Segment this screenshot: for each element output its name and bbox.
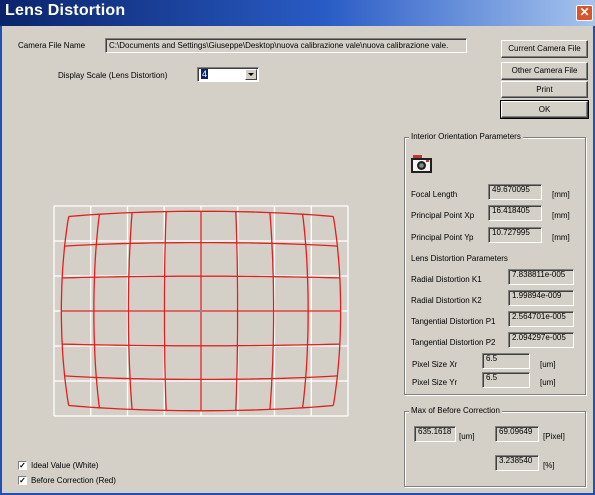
window-title: Lens Distortion — [5, 2, 126, 19]
other-camera-file-button[interactable]: Other Camera File — [501, 62, 588, 80]
camera-file-path-field: C:\Documents and Settings\Giuseppe\Deskt… — [105, 38, 467, 53]
dropdown-arrow-button[interactable] — [245, 69, 257, 80]
radial-k2-label: Radial Distortion K2 — [411, 296, 482, 305]
max-um-value: 635.1618 — [418, 427, 452, 436]
max-pixel-unit: [Pixel] — [543, 432, 565, 441]
camera-file-path-value: C:\Documents and Settings\Giuseppe\Deskt… — [109, 41, 449, 50]
tangential-p1-value: 2.564701e-005 — [512, 312, 566, 321]
principal-yp-value: 10.727995 — [492, 228, 530, 237]
radial-k2-field: 1.99894e-009 — [508, 290, 574, 306]
lens-distortion-heading: Lens Distortion Parameters — [411, 254, 508, 263]
max-percent-field: 3.238540 — [495, 455, 539, 471]
display-scale-value: 4 — [201, 69, 209, 79]
max-um-unit: [um] — [459, 432, 475, 441]
tangential-p1-field: 2.564701e-005 — [508, 311, 574, 327]
pixel-xr-value: 6.5 — [486, 354, 498, 363]
max-before-correction-caption: Max of Before Correction — [409, 406, 502, 415]
principal-yp-unit: [mm] — [552, 233, 570, 242]
tangential-p2-label: Tangential Distortion P2 — [411, 338, 496, 347]
tangential-p1-label: Tangential Distortion P1 — [411, 317, 496, 326]
pixel-yr-label: Pixel Size Yr — [412, 378, 458, 387]
focal-length-value: 49.670095 — [492, 185, 530, 194]
focal-length-unit: [mm] — [552, 190, 570, 199]
max-before-correction-group: Max of Before Correction — [404, 406, 586, 487]
focal-length-field: 49.670095 — [488, 184, 542, 200]
max-percent-value: 3.238540 — [499, 456, 533, 465]
max-um-field: 635.1618 — [414, 426, 456, 442]
focal-length-label: Focal Length — [411, 190, 458, 199]
camera-icon — [410, 153, 434, 175]
pixel-yr-field: 6.5 — [482, 372, 530, 388]
title-bar: Lens Distortion ✕ — [0, 0, 595, 26]
principal-yp-field: 10.727995 — [488, 227, 542, 243]
radial-k2-value: 1.99894e-009 — [512, 291, 562, 300]
radial-k1-value: 7.838811e-005 — [512, 270, 566, 279]
ok-button[interactable]: OK — [500, 100, 589, 119]
max-pixel-value: 69.09649 — [499, 427, 533, 436]
principal-yp-label: Principal Point Yp — [411, 233, 474, 242]
max-pixel-field: 69.09649 — [495, 426, 539, 442]
pixel-yr-unit: [um] — [540, 378, 556, 387]
interior-orientation-caption: Interior Orientation Parameters — [409, 132, 523, 141]
ideal-value-label: Ideal Value (White) — [31, 461, 99, 470]
pixel-yr-value: 6.5 — [486, 373, 498, 382]
max-percent-unit: [%] — [543, 461, 555, 470]
display-scale-label: Display Scale (Lens Distortion) — [58, 71, 168, 80]
print-button[interactable]: Print — [501, 81, 588, 98]
tangential-p2-field: 2.094297e-005 — [508, 332, 574, 348]
chevron-down-icon — [248, 73, 254, 76]
before-correction-checkbox[interactable]: ✓ — [18, 476, 27, 485]
distortion-plot — [48, 200, 354, 422]
pixel-xr-unit: [um] — [540, 360, 556, 369]
principal-point-marker — [200, 310, 202, 312]
ideal-value-checkbox[interactable]: ✓ — [18, 461, 27, 470]
display-scale-select[interactable]: 4 — [197, 67, 259, 82]
current-camera-file-button[interactable]: Current Camera File — [501, 40, 588, 58]
camera-file-label: Camera File Name — [18, 41, 86, 50]
distortion-plot-svg — [53, 205, 349, 417]
principal-xp-unit: [mm] — [552, 211, 570, 220]
principal-xp-label: Principal Point Xp — [411, 211, 475, 220]
radial-k1-field: 7.838811e-005 — [508, 269, 574, 285]
principal-xp-value: 16.418405 — [492, 206, 530, 215]
pixel-xr-label: Pixel Size Xr — [412, 360, 458, 369]
radial-k1-label: Radial Distortion K1 — [411, 275, 482, 284]
tangential-p2-value: 2.094297e-005 — [512, 333, 566, 342]
before-correction-label: Before Correction (Red) — [31, 476, 116, 485]
principal-xp-field: 16.418405 — [488, 205, 542, 221]
pixel-xr-field: 6.5 — [482, 353, 530, 369]
close-button[interactable]: ✕ — [576, 5, 593, 21]
